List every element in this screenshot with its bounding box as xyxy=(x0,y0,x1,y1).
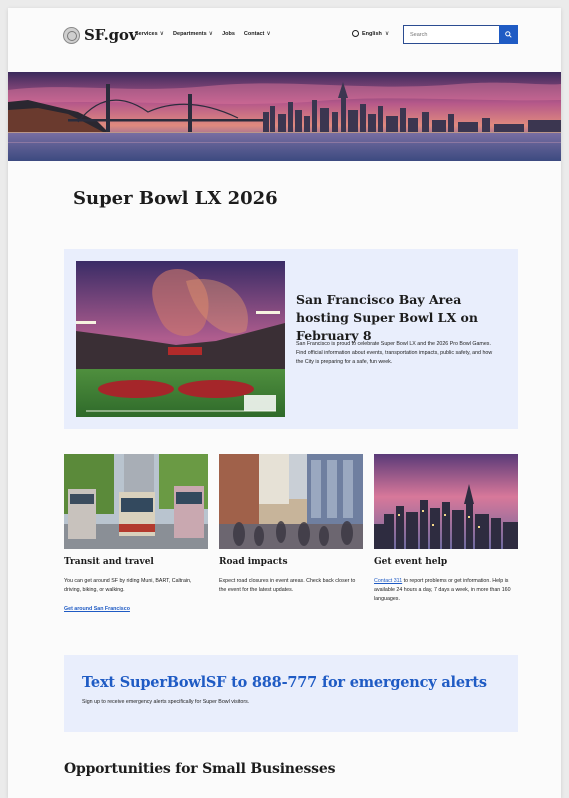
logo-text: SF.gov xyxy=(84,26,138,44)
nav-label: Jobs xyxy=(222,30,235,37)
nav-contact[interactable]: Contact ∨ xyxy=(243,30,271,38)
page: SF.gov Services ∨ Departments ∨ Jobs Con… xyxy=(8,8,561,798)
featured-panel: San Francisco Bay Area hosting Super Bow… xyxy=(64,249,518,429)
page-title: Super Bowl LX 2026 xyxy=(73,188,278,209)
alert-title: Text SuperBowlSF to 888-777 for emergenc… xyxy=(82,674,487,691)
chevron-down-icon: ∨ xyxy=(384,31,390,37)
language-selector[interactable]: English ∨ xyxy=(352,30,389,37)
card-body: Contact 311 to report problems or get in… xyxy=(374,577,518,604)
language-label: English xyxy=(362,30,382,37)
nav-label: Departments xyxy=(173,30,207,37)
sfgov-logo[interactable]: SF.gov xyxy=(63,26,137,44)
chevron-down-icon: ∨ xyxy=(159,31,165,37)
site-header: SF.gov Services ∨ Departments ∨ Jobs Con… xyxy=(8,8,561,64)
chevron-down-icon: ∨ xyxy=(208,31,214,37)
card-title: Transit and travel xyxy=(64,557,154,567)
nav-departments[interactable]: Departments ∨ xyxy=(173,30,214,38)
card-body: You can get around SF by riding Muni, BA… xyxy=(64,578,192,593)
globe-icon xyxy=(352,30,359,37)
search-icon xyxy=(505,31,512,38)
chevron-down-icon: ∨ xyxy=(266,31,271,37)
main-nav: Services ∨ Departments ∨ Jobs Contact ∨ xyxy=(135,30,271,38)
skyline-dusk-image xyxy=(374,454,518,549)
nav-jobs[interactable]: Jobs xyxy=(222,30,235,37)
card-title: Road impacts xyxy=(219,557,288,567)
alert-subtitle: Sign up to receive emergency alerts spec… xyxy=(82,699,250,705)
stadium-image xyxy=(76,261,285,417)
contact-311-link[interactable]: Contact 311 xyxy=(374,578,402,584)
card-road-impacts: Road impacts Expect road closures in eve… xyxy=(219,454,363,595)
card-body: Expect road closures in event areas. Che… xyxy=(219,578,356,593)
nav-label: Contact xyxy=(243,30,265,37)
search-button[interactable] xyxy=(499,25,518,44)
small-business-heading: Opportunities for Small Businesses xyxy=(64,761,336,777)
search-input[interactable] xyxy=(403,25,500,44)
card-event-help: Get event help Contact 311 to report pro… xyxy=(374,454,518,604)
get-around-link[interactable]: Get around San Francisco xyxy=(64,606,208,612)
hero-skyline-image xyxy=(8,72,561,161)
city-street-image xyxy=(219,454,363,549)
card-title: Get event help xyxy=(374,557,448,567)
streetcar-image xyxy=(64,454,208,549)
card-transit: Transit and travel You can get around SF… xyxy=(64,454,208,612)
nav-services[interactable]: Services ∨ xyxy=(135,30,165,38)
featured-body: San Francisco is proud to celebrate Supe… xyxy=(296,341,493,365)
featured-title: San Francisco Bay Area hosting Super Bow… xyxy=(296,292,478,343)
emergency-alert-banner: Text SuperBowlSF to 888-777 for emergenc… xyxy=(64,655,518,732)
city-seal-icon xyxy=(63,26,80,44)
nav-label: Services xyxy=(135,30,158,37)
